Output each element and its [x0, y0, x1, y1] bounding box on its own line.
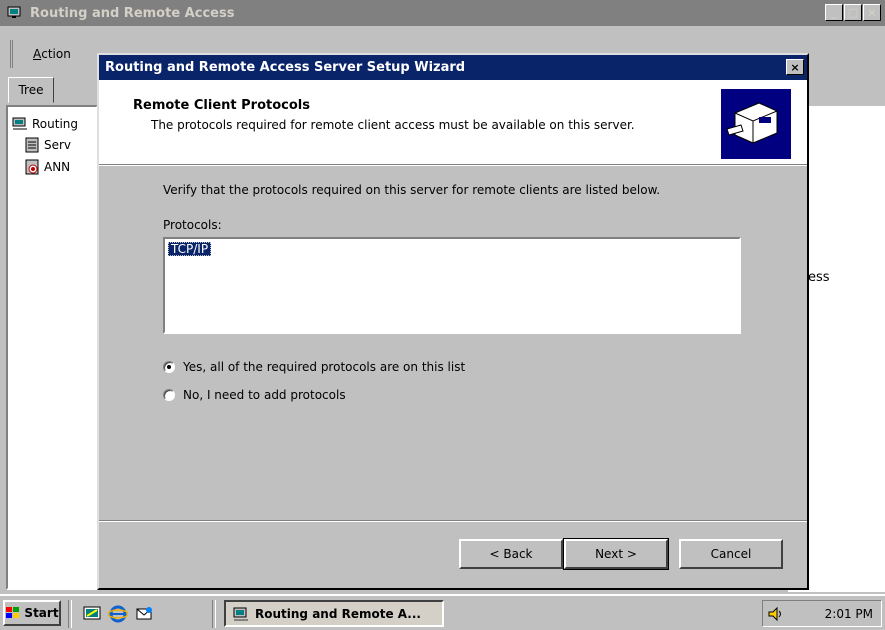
back-button[interactable]: < Back	[459, 539, 563, 569]
radio-button[interactable]	[163, 389, 175, 401]
server-down-icon	[25, 159, 39, 175]
internet-explorer-icon[interactable]	[108, 604, 128, 624]
routing-app-icon	[7, 6, 22, 20]
tree-item-ann[interactable]: ANN	[24, 159, 70, 175]
action-menu-mnemonic: A	[33, 47, 42, 61]
protocols-listbox[interactable]: TCP/IP	[163, 237, 741, 334]
taskbar-divider	[68, 600, 72, 628]
footer-separator	[99, 520, 807, 522]
clock[interactable]: 2:01 PM	[825, 607, 873, 621]
wizard-title: Routing and Remote Access Server Setup W…	[105, 60, 466, 75]
tab-tree[interactable]: Tree	[8, 77, 54, 103]
start-button[interactable]: Start	[3, 600, 61, 626]
list-item[interactable]: TCP/IP	[168, 242, 212, 256]
tree-item-label: Serv	[44, 138, 72, 152]
instruction-text: Verify that the protocols required on th…	[163, 183, 661, 197]
radio-no-add-protocols[interactable]: No, I need to add protocols	[163, 388, 346, 402]
system-tray: 2:01 PM	[762, 600, 882, 627]
radio-no-label: No, I need to add protocols	[183, 388, 346, 402]
wizard-header: Remote Client Protocols The protocols re…	[99, 80, 807, 164]
server-status-icon	[25, 137, 39, 153]
network-cable-icon	[721, 89, 791, 159]
minimize-icon: _	[831, 6, 837, 19]
header-separator	[99, 164, 807, 166]
back-button-label: < Back	[489, 547, 533, 561]
tab-tree-label: Tree	[18, 83, 44, 97]
tree-item-routing[interactable]: Routing	[12, 117, 78, 131]
cancel-button[interactable]: Cancel	[679, 539, 783, 569]
close-icon: ×	[867, 6, 877, 19]
minimize-button[interactable]: _	[825, 4, 843, 21]
volume-icon[interactable]	[767, 605, 785, 623]
tree-item-server-status[interactable]: Serv	[24, 137, 71, 153]
details-pane-text: ess	[808, 270, 830, 285]
cancel-button-label: Cancel	[710, 547, 752, 561]
tree-item-label: Routing	[32, 117, 79, 131]
main-titlebar[interactable]: Routing and Remote Access _ □ ×	[0, 0, 885, 26]
next-button[interactable]: Next >	[564, 539, 668, 569]
header-subtitle: The protocols required for remote client…	[151, 118, 635, 132]
radio-yes-protocols-listed[interactable]: Yes, all of the required protocols are o…	[163, 360, 465, 374]
main-window-title: Routing and Remote Access	[30, 5, 235, 21]
outlook-express-icon[interactable]	[134, 604, 154, 624]
desktop-icon[interactable]	[82, 604, 102, 624]
wizard-close-button[interactable]: ×	[786, 59, 804, 75]
radio-yes-label: Yes, all of the required protocols are o…	[183, 360, 466, 374]
taskbar: Start Routing and Remote A... 2:01 PM	[0, 594, 885, 630]
start-label: Start	[24, 606, 59, 620]
maximize-icon: □	[847, 6, 859, 19]
action-menu-label: ction	[41, 47, 71, 61]
header-title: Remote Client Protocols	[133, 98, 310, 113]
routing-app-icon	[233, 607, 248, 621]
taskbar-divider	[212, 600, 216, 628]
task-button-routing[interactable]: Routing and Remote A...	[224, 600, 444, 627]
tree-item-label: ANN	[44, 160, 71, 174]
setup-wizard-dialog: Routing and Remote Access Server Setup W…	[97, 53, 809, 590]
task-button-label: Routing and Remote A...	[255, 606, 421, 621]
window-controls: _ □ ×	[824, 4, 881, 21]
wizard-titlebar[interactable]: Routing and Remote Access Server Setup W…	[99, 55, 807, 80]
server-monitor-icon	[12, 117, 27, 130]
close-window-button[interactable]: ×	[863, 4, 881, 21]
windows-logo-icon	[6, 607, 20, 618]
action-menu[interactable]: Action	[10, 40, 83, 68]
next-button-label: Next >	[595, 547, 637, 561]
protocols-label: Protocols:	[163, 218, 222, 232]
maximize-button[interactable]: □	[844, 4, 862, 21]
radio-button-checked[interactable]	[163, 361, 175, 373]
close-icon: ×	[790, 60, 800, 74]
tree-pane[interactable]: Routing Serv ANN	[6, 105, 98, 590]
